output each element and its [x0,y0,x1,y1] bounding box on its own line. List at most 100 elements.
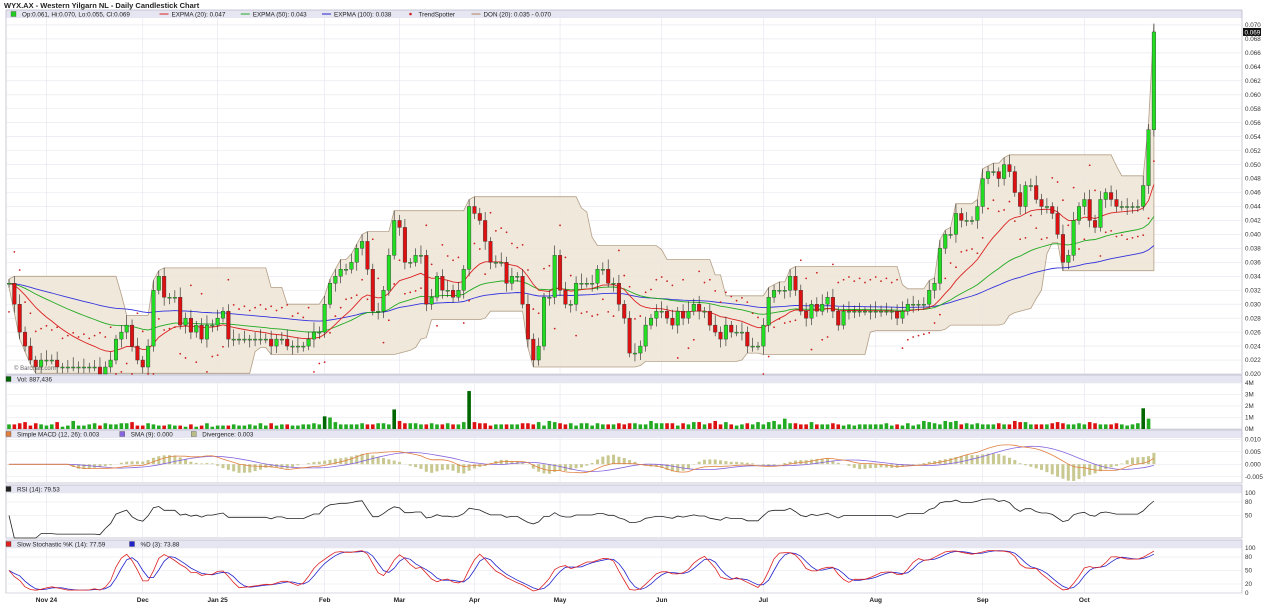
trendspotter-dot [805,277,808,280]
price-tick-label: 0.034 [1245,273,1261,280]
candle-body [520,276,525,305]
trendspotter-dot [45,324,48,327]
candle-body [964,220,969,222]
trendspotter-dot [222,345,224,348]
trendspotter-dot [350,297,353,299]
volume-bar [178,425,182,429]
trendspotter-dot [511,242,513,245]
volume-bar [312,423,316,429]
volume-bar [435,424,439,429]
trendspotter-dot [77,336,80,338]
candle-body [242,338,247,341]
trendspotter-dot [944,277,947,280]
trendspotter-dot [965,249,968,252]
x-axis-label: Mar [394,597,406,604]
candle-body [975,206,980,221]
candle-body [531,338,536,361]
volume-bar [531,424,536,429]
macd-divergence-bar [323,460,327,465]
trendspotter-dot [880,280,882,283]
candle-body [1034,185,1039,200]
candle-body [167,297,172,299]
candle-body [991,171,996,173]
macd-divergence-bar [125,461,129,465]
macd-divergence-bar [719,460,723,465]
candle-body [515,276,520,278]
candle-body [263,338,268,341]
volume-tick-label: 4M [1245,380,1254,387]
volume-bar [1013,420,1017,429]
trendspotter-dot [275,309,278,312]
macd-divergence-bar [751,463,755,465]
trendspotter-dot [409,291,412,294]
trendspotter-dot [404,292,406,295]
volume-bar [328,417,332,429]
trendspotter-dot [692,338,695,341]
legend-swatch-box [5,376,12,382]
trendspotter-dot [858,277,861,280]
candle-body [408,262,413,264]
candle-body [204,324,209,340]
macd-divergence-bar [1109,464,1113,468]
volume-bar [675,425,680,429]
candle-body [418,255,423,257]
macd-plot [7,444,1156,481]
candle-body [1023,185,1028,207]
trendspotter-dot [826,336,829,338]
candle-body [210,324,215,327]
volume-bar [499,424,503,429]
volume-bar [210,426,215,429]
macd-divergence-bar [221,464,225,469]
volume-bar [66,425,70,429]
volume-bar [825,424,830,429]
trendspotter-dot [767,355,770,358]
volume-bar [1007,424,1012,429]
candle-body [616,283,621,305]
trendspotter-dot [227,278,230,281]
trendspotter-dot [1142,234,1145,236]
trendspotter-dot [543,267,545,270]
price-tick-label: 0.052 [1245,148,1261,155]
volume-bar [28,425,33,429]
trendspotter-dot [387,319,390,322]
volume-bar [1061,423,1065,429]
candle-body [1146,129,1151,186]
candle-body [707,310,712,326]
volume-bar [354,424,359,429]
trendspotter-dot [88,337,91,340]
volume-bar [841,425,846,429]
rsi-tick-label: 100 [1245,490,1256,497]
volume-bar [103,423,108,429]
candle-body [413,255,418,263]
trendspotter-dot [1008,200,1011,203]
candle-body [108,359,113,368]
macd-divergence-bar [1029,464,1033,467]
trendspotter-dot [436,324,438,327]
price-tick-label: 0.038 [1245,246,1261,253]
trendspotter-dot [484,273,487,276]
macd-divergence-bar [103,464,107,467]
macd-divergence-bar [612,454,616,465]
candle-body [1130,206,1135,208]
candle-body [317,331,322,334]
candle-body [729,324,734,333]
trendspotter-dot [612,315,615,317]
volume-bar [306,424,311,429]
trendspotter-dot [136,312,139,315]
macd-divergence-bar [200,463,204,465]
volume-bar [108,424,113,429]
candle-body [338,269,343,277]
trendspotter-dot [714,290,717,292]
macd-divergence-bar [617,456,621,465]
trendspotter-dot [832,263,834,266]
volume-bar [1114,423,1119,429]
candle-body [445,290,450,292]
candle-body [590,283,595,285]
trendspotter-dot [1040,238,1043,241]
trendspotter-dot [1013,220,1016,223]
trendspotter-dot [666,280,668,283]
trendspotter-dot [371,238,374,241]
chart-canvas[interactable]: 0.020 0.022 0.024 0.026 0.028 0.030 0.032 0.034… [0,0,1280,615]
candle-body [151,290,156,347]
volume-bar [1018,422,1022,429]
